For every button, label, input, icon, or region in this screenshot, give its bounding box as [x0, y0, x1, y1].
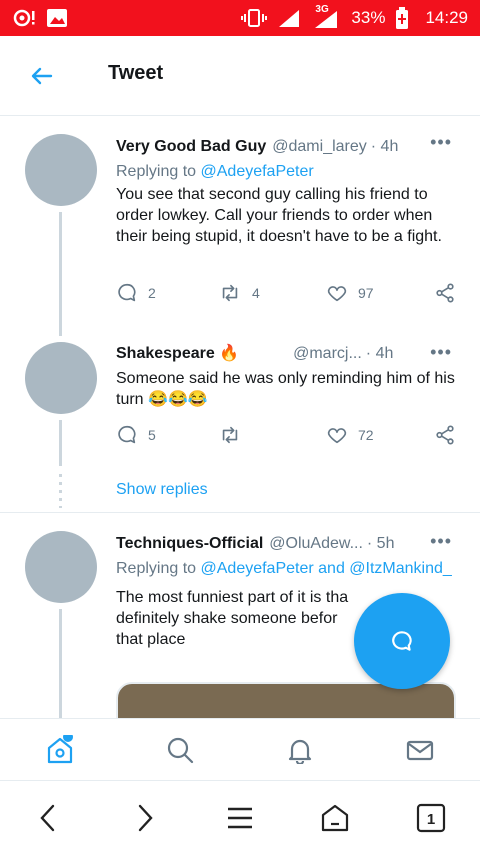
- retweet-count: 4: [252, 285, 260, 301]
- battery-charging-icon: [395, 7, 409, 29]
- thread-dots: [59, 474, 62, 508]
- notification-icon: [12, 8, 36, 28]
- replying-prefix: Replying to: [116, 560, 201, 577]
- share-icon: [436, 283, 454, 303]
- reply-count: 2: [148, 285, 156, 301]
- nav-home[interactable]: [45, 735, 75, 765]
- image-icon: [46, 8, 68, 28]
- retweet-icon: [222, 284, 238, 302]
- page-title: Tweet: [108, 62, 164, 84]
- chevron-right-icon: [138, 804, 153, 832]
- replying-to-label: Replying to @AdeyefaPeter: [116, 161, 456, 182]
- reply-icon: [118, 283, 136, 302]
- mail-icon: [406, 740, 434, 761]
- bottom-nav: [0, 718, 480, 780]
- network-3g-icon: 3G: [313, 4, 341, 29]
- browser-back-button[interactable]: [33, 803, 63, 833]
- author-name[interactable]: Shakespeare 🔥: [116, 343, 239, 364]
- tweet-time: · 5h: [366, 535, 395, 552]
- compose-bubble-icon: [392, 631, 412, 651]
- tweet-time: · 4h: [365, 345, 394, 362]
- reply-button[interactable]: 2: [116, 282, 156, 304]
- like-button[interactable]: 72: [326, 424, 374, 446]
- menu-icon: [228, 807, 252, 829]
- avatar[interactable]: [25, 531, 97, 603]
- app-header: Tweet: [0, 36, 480, 116]
- like-button[interactable]: 97: [326, 282, 374, 304]
- author-name[interactable]: Techniques-Official: [116, 533, 263, 554]
- replying-prefix: Replying to: [116, 163, 201, 180]
- signal-icon: [277, 8, 303, 28]
- share-icon: [436, 425, 454, 445]
- reply-icon: [118, 425, 136, 444]
- mention-link[interactable]: @AdeyefaPeter: [201, 560, 314, 577]
- share-button[interactable]: [434, 424, 456, 446]
- nav-messages[interactable]: [405, 735, 435, 765]
- browser-home-icon: [321, 804, 349, 832]
- heart-icon: [327, 286, 347, 302]
- author-handle[interactable]: @OluAdew...: [269, 533, 363, 554]
- system-nav-bar: 1: [0, 780, 480, 854]
- tweet-text: Someone said he was only reminding him o…: [116, 370, 455, 408]
- reply-count: 5: [148, 427, 156, 443]
- thread-line: [59, 420, 62, 466]
- tabs-icon: 1: [416, 803, 446, 833]
- nav-search[interactable]: [165, 735, 195, 765]
- tweet-actions: 5 72: [116, 424, 461, 448]
- bell-icon: [288, 739, 312, 764]
- home-icon: [47, 735, 73, 764]
- mention-link[interactable]: @AdeyefaPeter: [201, 163, 314, 180]
- tabs-button[interactable]: 1: [416, 803, 446, 833]
- author-handle[interactable]: @dami_larey: [272, 136, 367, 157]
- avatar[interactable]: [25, 342, 97, 414]
- retweet-icon: [222, 426, 238, 444]
- author-name[interactable]: Very Good Bad Guy: [116, 136, 266, 157]
- browser-forward-button[interactable]: [130, 803, 160, 833]
- author-handle[interactable]: @marcj...: [293, 343, 362, 364]
- replying-to-label: Replying to @AdeyefaPeter and @ItzMankin…: [116, 558, 456, 579]
- vibrate-icon: [241, 8, 268, 28]
- replying-and: and: [313, 560, 350, 577]
- svg-text:1: 1: [427, 811, 435, 828]
- reply-button[interactable]: 5: [116, 424, 156, 446]
- retweet-button[interactable]: [218, 424, 252, 446]
- retweet-button[interactable]: 4: [218, 282, 260, 304]
- arrow-left-icon: [31, 67, 53, 85]
- battery-percent: 33%: [351, 8, 386, 27]
- avatar[interactable]: [25, 134, 97, 206]
- like-count: 97: [358, 285, 374, 301]
- show-replies-link[interactable]: Show replies: [116, 481, 208, 499]
- tweet-item[interactable]: ••• Shakespeare 🔥 @marcj... · 4h Someone…: [0, 326, 480, 512]
- tweet-actions: 2 4 97: [116, 282, 461, 306]
- status-bar: 3G 33% 14:29: [0, 0, 480, 36]
- mention-link[interactable]: @ItzMankind_: [349, 560, 452, 577]
- menu-button[interactable]: [225, 803, 255, 833]
- like-count: 72: [358, 427, 374, 443]
- network-label: 3G: [315, 4, 329, 15]
- browser-home-button[interactable]: [320, 803, 350, 833]
- tweet-item[interactable]: ••• Very Good Bad Guy @dami_larey · 4h R…: [0, 116, 480, 336]
- thread-line: [59, 609, 62, 718]
- compose-reply-button[interactable]: [354, 593, 450, 689]
- back-button[interactable]: [28, 62, 56, 90]
- thread-line: [59, 212, 62, 336]
- chevron-left-icon: [40, 804, 55, 832]
- nav-notifications[interactable]: [285, 735, 315, 765]
- search-icon: [167, 737, 194, 764]
- heart-icon: [327, 428, 347, 444]
- tweet-time: · 4h: [370, 138, 399, 155]
- clock: 14:29: [425, 8, 468, 27]
- share-button[interactable]: [434, 282, 456, 304]
- tweet-text: You see that second guy calling his frie…: [116, 186, 442, 245]
